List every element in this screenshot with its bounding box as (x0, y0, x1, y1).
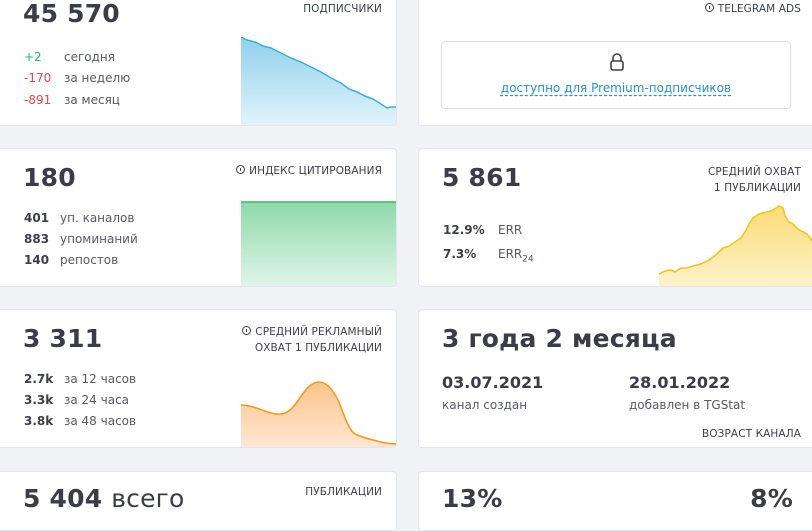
subscribers-card[interactable]: 45 570 ПОДПИСЧИКИ +2 сегодня -170 за недел… (0, 0, 397, 126)
stat-label: за 48 часов (64, 414, 137, 428)
telegram-ads-card: TELEGRAM ADS доступно для Premium-подпис… (418, 0, 812, 126)
citation-index-label-text: ИНДЕКС ЦИТИРОВАНИЯ (249, 165, 382, 177)
stat-value: 2.7k (24, 372, 54, 386)
average-reach-label: СРЕДНИЙ ОХВАТ 1 ПУБЛИКАЦИИ (708, 164, 801, 196)
telegram-ads-label-text: TELEGRAM ADS (717, 3, 801, 15)
stat-mentions: 883 упоминаний (24, 232, 138, 246)
stat-value: 401 (24, 211, 50, 225)
average-reach-label-line2: 1 ПУБЛИКАЦИИ (714, 182, 801, 194)
added-date: 28.01.2022 (629, 373, 731, 392)
average-reach-chart (659, 205, 812, 286)
publications-value: 5 404 всего (23, 484, 185, 513)
lock-icon (610, 53, 624, 71)
stat-label: за 12 часов (64, 372, 137, 386)
subscribers-label: ПОДПИСЧИКИ (303, 3, 382, 15)
percent-right: 8% (750, 484, 793, 513)
stat-label: репостов (60, 253, 119, 267)
created-label: канал создан (442, 398, 528, 412)
average-reach-label-line1: СРЕДНИЙ ОХВАТ (707, 166, 801, 178)
citation-index-card[interactable]: 180 ИНДЕКС ЦИТИРОВАНИЯ 401 уп. каналов 88… (0, 148, 397, 287)
stat-value: 3.3k (24, 393, 54, 407)
err24-subscript: 24 (522, 254, 534, 265)
err24-value: 7.3% (443, 247, 477, 261)
stat-value: 3.8k (24, 414, 54, 428)
stat-label: за неделю (64, 71, 131, 85)
stat-label: за 24 часа (64, 393, 130, 407)
citation-index-label: ИНДЕКС ЦИТИРОВАНИЯ (236, 165, 382, 177)
ad-reach-label: СРЕДНИЙ РЕКЛАМНЫЙ ОХВАТ 1 ПУБЛИКАЦИИ (242, 324, 382, 356)
stat-label: упоминаний (60, 232, 138, 246)
created-date: 03.07.2021 (442, 373, 544, 392)
stat-month: -891 за месяц (24, 93, 120, 107)
info-icon (242, 326, 252, 335)
stat-value: -891 (24, 93, 52, 107)
citation-chart (241, 201, 396, 286)
stat-today: +2 сегодня (24, 50, 115, 64)
publications-card[interactable]: 5 404 всего ПУБЛИКАЦИИ (0, 471, 397, 531)
err-value: 12.9% (443, 223, 485, 237)
ad-reach-label-line2: ОХВАТ 1 ПУБЛИКАЦИИ (254, 342, 382, 354)
stat-label: за месяц (64, 93, 120, 107)
ad-reach-chart (241, 381, 396, 447)
subscribers-chart (241, 37, 396, 125)
channel-age-card: 3 года 2 месяца 03.07.2021 канал создан … (418, 309, 812, 448)
percent-left: 13% (442, 484, 503, 513)
info-icon (704, 3, 714, 12)
stat-value: -170 (24, 71, 52, 85)
stat-channels: 401 уп. каналов (24, 211, 134, 225)
subscribers-count: 45 570 (23, 0, 120, 28)
publications-count: 5 404 (23, 484, 103, 513)
ad-reach-value: 3 311 (23, 324, 103, 353)
stat-48h: 3.8k за 48 часов (24, 414, 136, 428)
err24-stat: 7.3% ERR24 (443, 247, 534, 264)
ad-reach-card[interactable]: 3 311 СРЕДНИЙ РЕКЛАМНЫЙ ОХВАТ 1 ПУБЛИКАЦ… (0, 309, 397, 448)
stat-label: сегодня (64, 50, 115, 64)
stat-12h: 2.7k за 12 часов (24, 372, 136, 386)
publications-label: ПУБЛИКАЦИИ (305, 486, 382, 498)
stat-value: +2 (24, 50, 42, 64)
stat-week: -170 за неделю (24, 71, 130, 85)
average-reach-card[interactable]: 5 861 СРЕДНИЙ ОХВАТ 1 ПУБЛИКАЦИИ 12.9% ER… (418, 148, 812, 287)
stat-24h: 3.3k за 24 часа (24, 393, 129, 407)
telegram-ads-label: TELEGRAM ADS (704, 3, 801, 15)
ad-reach-label-line1: СРЕДНИЙ РЕКЛАМНЫЙ (255, 326, 382, 338)
channel-age-value: 3 года 2 месяца (442, 324, 677, 353)
info-icon (236, 165, 246, 174)
premium-locked-box: доступно для Premium-подписчиков (441, 41, 791, 109)
stat-value: 883 (24, 232, 50, 246)
channel-age-label: ВОЗРАСТ КАНАЛА (702, 428, 801, 440)
err-stat: 12.9% ERR (443, 223, 522, 237)
added-label: добавлен в TGStat (629, 398, 746, 412)
stat-reposts: 140 репостов (24, 253, 118, 267)
stat-value: 140 (24, 253, 50, 267)
err-label: ERR (498, 223, 523, 237)
stat-label: уп. каналов (60, 211, 135, 225)
publications-suffix: всего (111, 484, 185, 513)
premium-link[interactable]: доступно для Premium-подписчиков (442, 81, 790, 95)
citation-index-value: 180 (23, 163, 76, 192)
percent-card[interactable]: 13% 8% (418, 471, 812, 531)
average-reach-value: 5 861 (442, 163, 522, 192)
err24-label: ERR (498, 247, 523, 261)
